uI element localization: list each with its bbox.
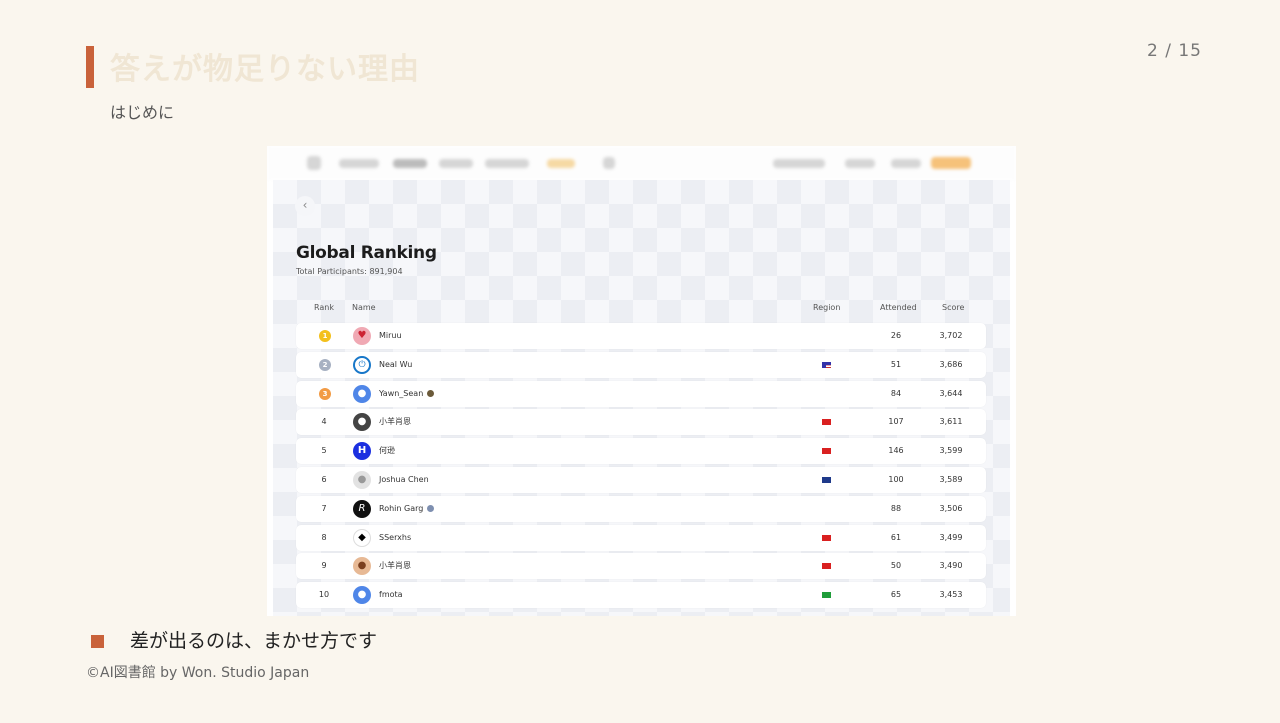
attended-cell: 65 bbox=[890, 590, 902, 600]
cn-flag-icon bbox=[822, 534, 831, 541]
cn-flag-icon bbox=[822, 563, 831, 570]
nav-item bbox=[393, 159, 427, 168]
bullet-text: 差が出るのは、まかせ方です bbox=[130, 630, 378, 652]
avatar[interactable]: H bbox=[353, 442, 371, 461]
ranking-row[interactable]: 4 ● 小羊肖恩 107 3,611 bbox=[296, 409, 986, 436]
bullet-marker bbox=[91, 635, 104, 648]
ranking-row[interactable]: 5 H 何逊 146 3,599 bbox=[296, 438, 986, 465]
ranking-row[interactable]: 6 ● Joshua Chen 100 3,589 bbox=[296, 467, 986, 493]
rank-cell: 5 bbox=[321, 446, 327, 456]
nav-item bbox=[339, 159, 379, 168]
user-badge-icon bbox=[427, 389, 435, 397]
score-cell: 3,453 bbox=[939, 590, 963, 600]
column-region: Region bbox=[813, 303, 841, 312]
ranking-title: Global Ranking bbox=[296, 243, 437, 263]
nav-item bbox=[485, 159, 529, 168]
column-attended: Attended bbox=[880, 303, 917, 312]
rank-medal-icon: 1 bbox=[319, 330, 331, 342]
column-name: Name bbox=[352, 303, 376, 312]
title-accent-bar bbox=[86, 46, 94, 88]
rank-cell: 9 bbox=[321, 561, 327, 571]
ranking-screenshot: ‹ Global Ranking Total Participants: 891… bbox=[267, 146, 1016, 616]
user-name[interactable]: 小羊肖恩 bbox=[379, 409, 411, 435]
score-cell: 3,589 bbox=[939, 475, 963, 484]
user-name[interactable]: fmota bbox=[379, 582, 403, 608]
score-cell: 3,611 bbox=[939, 417, 963, 427]
nav-button bbox=[931, 157, 971, 169]
nav-item bbox=[845, 159, 875, 168]
user-name[interactable]: Miruu bbox=[379, 323, 402, 349]
cn-flag-icon bbox=[822, 448, 831, 455]
rank-medal-icon: 2 bbox=[319, 358, 331, 371]
column-rank: Rank bbox=[314, 303, 334, 312]
score-cell: 3,599 bbox=[939, 446, 963, 456]
blurred-nav-bar bbox=[267, 146, 1016, 180]
attended-cell: 61 bbox=[890, 532, 902, 542]
score-cell: 3,499 bbox=[939, 532, 963, 542]
score-cell: 3,644 bbox=[939, 388, 963, 398]
nav-search bbox=[773, 159, 825, 168]
avatar[interactable]: R bbox=[353, 499, 371, 518]
attended-cell: 100 bbox=[888, 475, 904, 484]
au-flag-icon bbox=[822, 477, 831, 483]
nav-icon bbox=[603, 157, 615, 169]
cn-flag-icon bbox=[822, 419, 831, 426]
score-cell: 3,506 bbox=[939, 503, 963, 513]
attended-cell: 88 bbox=[890, 503, 902, 513]
ranking-row[interactable]: 9 ● 小羊肖恩 50 3,490 bbox=[296, 553, 986, 580]
user-name[interactable]: 何逊 bbox=[379, 438, 395, 464]
ranking-row[interactable]: 8 ◆ SSerxhs 61 3,499 bbox=[296, 524, 986, 551]
user-name[interactable]: Yawn_Sean bbox=[379, 381, 435, 407]
ranking-row[interactable]: 3 ● Yawn_Sean 84 3,644 bbox=[296, 380, 986, 407]
column-score: Score bbox=[942, 303, 965, 312]
score-cell: 3,686 bbox=[939, 359, 963, 369]
nav-item bbox=[547, 159, 575, 168]
attended-cell: 84 bbox=[890, 388, 902, 398]
ranking-participants: Total Participants: 891,904 bbox=[296, 267, 403, 276]
ranking-row[interactable]: 10 ● fmota 65 3,453 bbox=[296, 582, 986, 609]
avatar[interactable]: ● bbox=[353, 384, 371, 403]
avatar[interactable]: ⏻ bbox=[353, 355, 371, 374]
ranking-page: ‹ Global Ranking Total Participants: 891… bbox=[273, 180, 1010, 616]
attended-cell: 51 bbox=[890, 359, 902, 369]
attended-cell: 107 bbox=[888, 417, 904, 427]
logo-icon bbox=[307, 156, 321, 170]
attended-cell: 146 bbox=[888, 446, 904, 456]
rank-cell: 8 bbox=[321, 532, 327, 542]
user-name[interactable]: Joshua Chen bbox=[379, 467, 429, 493]
user-name[interactable]: Neal Wu bbox=[379, 352, 412, 378]
score-cell: 3,490 bbox=[939, 561, 963, 571]
ranking-row[interactable]: 1 ♥ Miruu 26 3,702 bbox=[296, 323, 986, 349]
avatar[interactable]: ● bbox=[353, 557, 371, 576]
rank-cell: 7 bbox=[321, 503, 327, 513]
attended-cell: 26 bbox=[890, 331, 902, 340]
avatar[interactable]: ◆ bbox=[353, 528, 371, 547]
br-flag-icon bbox=[822, 592, 831, 599]
score-cell: 3,702 bbox=[939, 331, 963, 340]
user-name[interactable]: SSerxhs bbox=[379, 525, 411, 551]
footer-credit: ©AI図書館 by Won. Studio Japan bbox=[86, 665, 310, 681]
avatar[interactable]: ● bbox=[353, 413, 371, 432]
page-number: 2 / 15 bbox=[1147, 41, 1202, 61]
rank-medal-icon: 3 bbox=[319, 387, 331, 400]
rank-cell: 10 bbox=[318, 590, 330, 600]
slide-title: 答えが物足りない理由 bbox=[110, 52, 420, 87]
user-name[interactable]: 小羊肖恩 bbox=[379, 553, 411, 579]
slide-subtitle: はじめに bbox=[110, 103, 175, 122]
rank-cell: 6 bbox=[321, 475, 327, 484]
avatar[interactable]: ♥ bbox=[353, 327, 371, 345]
attended-cell: 50 bbox=[890, 561, 902, 571]
nav-item bbox=[439, 159, 473, 168]
ranking-row[interactable]: 2 ⏻ Neal Wu 51 3,686 bbox=[296, 351, 986, 378]
avatar[interactable]: ● bbox=[353, 586, 371, 605]
rank-cell: 4 bbox=[321, 417, 327, 427]
user-name[interactable]: Rohin Garg bbox=[379, 496, 435, 522]
chevron-left-icon[interactable]: ‹ bbox=[295, 196, 315, 216]
ranking-row[interactable]: 7 R Rohin Garg 88 3,506 bbox=[296, 495, 986, 522]
us-flag-icon bbox=[822, 361, 831, 368]
user-badge-icon bbox=[427, 504, 435, 512]
avatar[interactable]: ● bbox=[353, 471, 371, 489]
nav-item bbox=[891, 159, 921, 168]
